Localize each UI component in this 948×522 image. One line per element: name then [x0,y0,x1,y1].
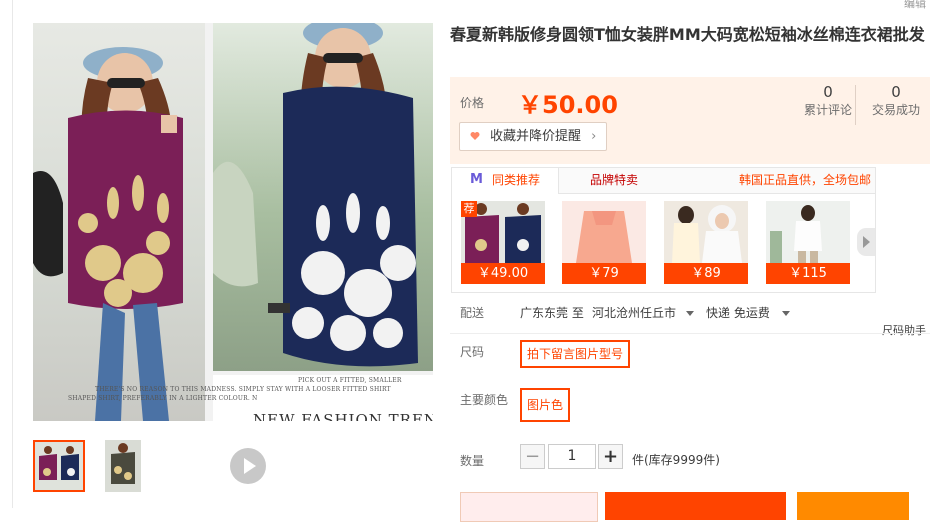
price-label: 价格 [460,96,485,110]
caption-line-1: PICK OUT A FITTED, SMALLER [298,377,402,384]
sales-stat[interactable]: 0 交易成功 [868,83,924,118]
stat-divider [855,85,856,125]
quantity-minus-button[interactable]: − [520,444,545,469]
price-box: 价格 ￥50.00 0 累计评论 0 交易成功 收藏并降价提醒 › [450,77,930,164]
size-helper-link[interactable]: 尺码助手 [882,322,926,338]
color-label: 主要颜色 [460,393,509,407]
recommend-panel: M 同类推荐 品牌特卖 韩国正品直供，全场包邮 荐 ￥49.00 ￥79 ￥89… [451,167,876,293]
rec-item-price: ￥89 [664,263,748,284]
shipping-destination-select[interactable]: 河北沧州任丘市 [592,304,694,321]
price-value: ￥50.00 [518,91,618,119]
tab-similar-label: 同类推荐 [492,173,541,187]
play-video-button[interactable] [230,448,266,484]
chevron-right-icon [863,236,870,248]
collect-label: 收藏并降价提醒 [490,129,582,144]
heart-icon [470,132,480,140]
collect-price-alert-button[interactable]: 收藏并降价提醒 › [459,122,608,151]
caret-down-icon [781,311,790,316]
rec-item-image [766,201,850,263]
rec-item-4[interactable]: ￥115 [766,201,850,284]
edit-link[interactable]: 编辑 [904,0,926,11]
rec-item-price: ￥49.00 [461,263,545,284]
rec-item-3[interactable]: ￥89 [664,201,748,284]
chevron-right-icon: › [591,129,597,144]
recommend-badge: 荐 [461,201,477,217]
shipping-method-select[interactable]: 快递 免运费 [706,304,790,321]
promo-text: 韩国正品直供，全场包邮 [739,173,872,187]
recommend-tabs: M 同类推荐 品牌特卖 韩国正品直供，全场包邮 [452,168,875,194]
size-label: 尺码 [460,345,485,359]
left-divider [12,0,13,508]
rec-item-price: ￥79 [562,263,646,284]
rec-item-image [664,201,748,263]
m-logo-icon: M [470,172,483,187]
color-option[interactable]: 图片色 [520,388,571,422]
reviews-label: 累计评论 [803,103,852,117]
rec-item-1[interactable]: 荐 ￥49.00 [461,201,545,284]
sales-label: 交易成功 [871,103,920,117]
buy-now-button[interactable] [460,492,598,522]
fashion-trend-text: NEW FASHION TREND [253,411,433,421]
product-title: 春夏新韩版修身圆领T恤女装胖MM大码宽松短袖冰丝棉连衣裙批发 [450,25,925,44]
main-product-image[interactable]: PICK OUT A FITTED, SMALLER THERE'S NO RE… [33,23,433,421]
tab-brand[interactable]: 品牌特卖 [590,168,638,193]
caption-line-2: THERE'S NO REASON TO THIS MADNESS. SIMPL… [95,386,391,393]
reviews-count: 0 [823,83,833,101]
divider [450,333,930,334]
reviews-stat[interactable]: 0 累计评论 [802,83,854,118]
next-arrow-button[interactable] [857,228,875,256]
product-photo-navy [213,23,433,371]
shipping-from: 广东东莞 至 [520,306,584,320]
rec-item-image [562,201,646,263]
action-button-3[interactable] [797,492,909,520]
shipping-method: 快递 免运费 [706,306,770,320]
product-photo-purple [33,23,205,421]
quantity-label: 数量 [460,454,485,468]
rec-item-price: ￥115 [766,263,850,284]
caret-down-icon [685,311,694,316]
stock-info: 件(库存9999件) [632,453,720,467]
quantity-plus-button[interactable]: + [598,444,623,469]
tab-similar[interactable]: M 同类推荐 [452,168,559,194]
sales-count: 0 [891,83,901,101]
shipping-destination: 河北沧州任丘市 [592,306,677,320]
caption-line-3: SHAPED SHIRT, PREFERABLY IN A LIGHTER CO… [68,395,258,402]
rec-item-2[interactable]: ￥79 [562,201,646,284]
size-option[interactable]: 拍下留言图片型号 [520,340,631,368]
shipping-label: 配送 [460,306,485,320]
thumbnail-1[interactable] [33,440,85,492]
quantity-input[interactable]: 1 [548,444,596,469]
add-to-cart-button[interactable] [605,492,786,520]
thumbnail-2[interactable] [105,440,141,492]
